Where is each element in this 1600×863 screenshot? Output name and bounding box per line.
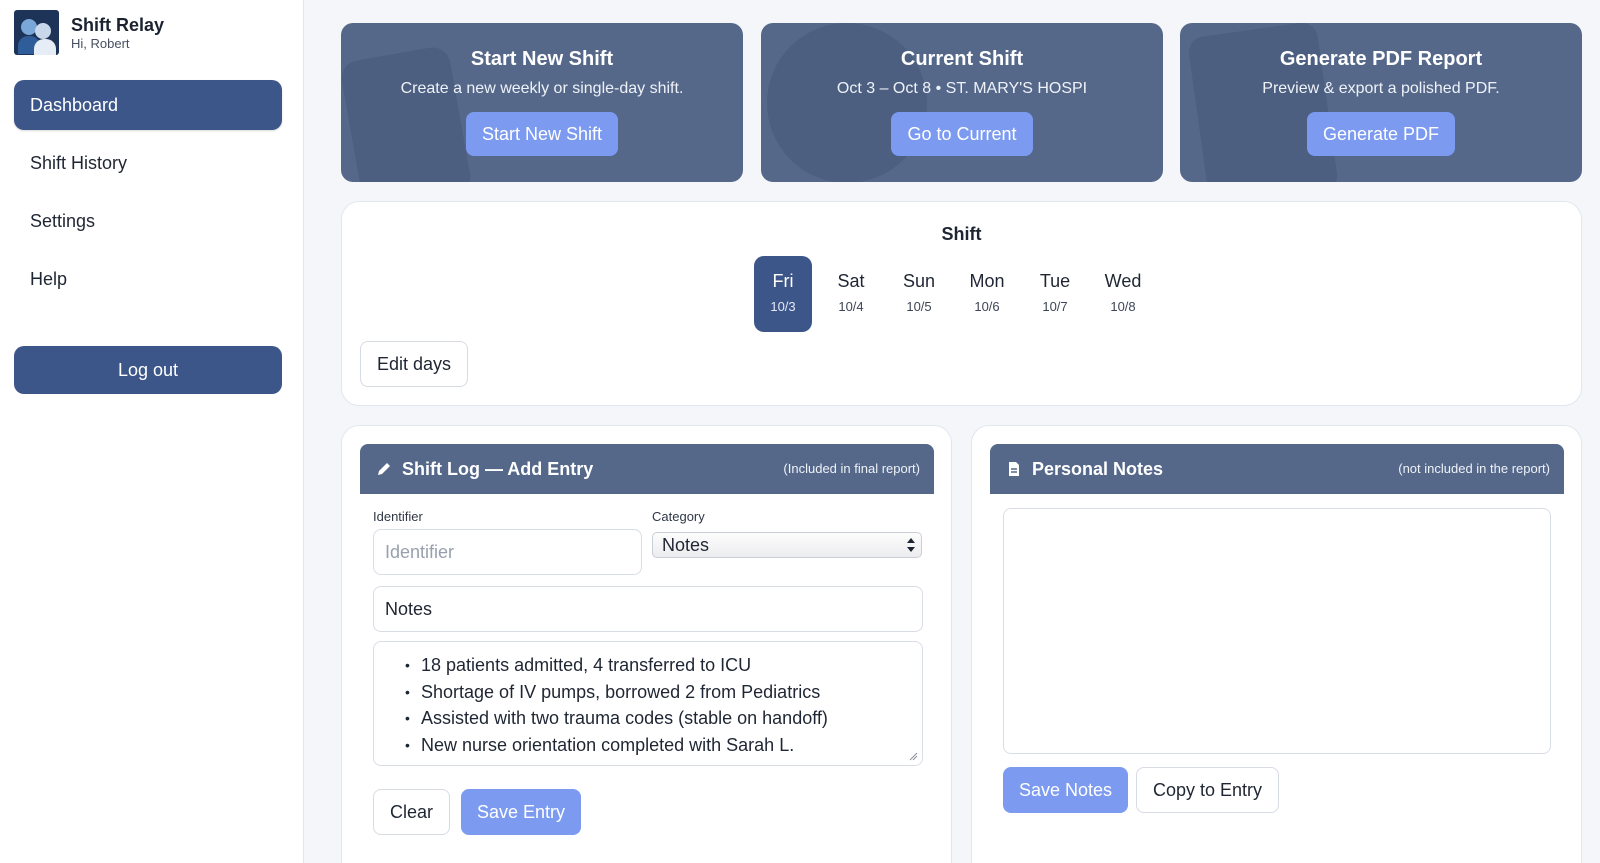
- pencil-icon: [378, 463, 390, 475]
- sidebar: Shift Relay Hi, Robert Dashboard Shift H…: [0, 0, 304, 863]
- personal-notes-header: Personal Notes (not included in the repo…: [990, 444, 1564, 494]
- day-date: 10/3: [770, 299, 796, 314]
- day-tab-fri[interactable]: Fri 10/3: [754, 256, 812, 332]
- card-generate-pdf: Generate PDF Report Preview & export a p…: [1180, 23, 1582, 182]
- personal-notes-panel: Personal Notes (not included in the repo…: [971, 425, 1582, 863]
- day-tab-mon[interactable]: Mon 10/6: [958, 256, 1016, 332]
- day-date: 10/6: [974, 299, 1000, 314]
- sidebar-item-dashboard[interactable]: Dashboard: [14, 80, 282, 130]
- card-description: Preview & export a polished PDF.: [1262, 80, 1500, 97]
- day-date: 10/8: [1110, 299, 1136, 314]
- app-logo-icon: [14, 10, 59, 55]
- resize-grip-icon[interactable]: [908, 751, 918, 761]
- list-item: Assisted with two trauma codes (stable o…: [405, 705, 922, 732]
- shift-log-title: Shift Log — Add Entry: [402, 459, 594, 479]
- personal-notes-title: Personal Notes: [1032, 459, 1164, 479]
- clear-button[interactable]: Clear: [373, 789, 451, 835]
- day-name: Sat: [837, 271, 865, 291]
- save-notes-button[interactable]: Save Notes: [1003, 767, 1129, 813]
- day-name: Wed: [1104, 271, 1142, 291]
- user-greeting: Hi, Robert: [71, 35, 130, 51]
- list-item: 18 patients admitted, 4 transferred to I…: [405, 652, 922, 679]
- generate-pdf-button[interactable]: Generate PDF: [1306, 112, 1456, 156]
- category-select[interactable]: Notes: [652, 532, 922, 558]
- copy-to-entry-button[interactable]: Copy to Entry: [1136, 767, 1280, 813]
- logout-button[interactable]: Log out: [14, 346, 282, 394]
- go-to-current-button[interactable]: Go to Current: [891, 112, 1033, 156]
- personal-notes-textarea[interactable]: [1003, 508, 1551, 754]
- shift-panel-title: Shift: [941, 224, 982, 244]
- identifier-label: Identifier: [373, 509, 423, 524]
- card-start-new-shift: Start New Shift Create a new weekly or s…: [341, 23, 743, 182]
- sidebar-item-settings[interactable]: Settings: [14, 196, 282, 246]
- card-title: Current Shift: [900, 48, 1024, 70]
- entry-title-input[interactable]: Notes: [373, 586, 923, 632]
- category-value: Notes: [662, 535, 710, 555]
- day-tab-wed[interactable]: Wed 10/8: [1094, 256, 1152, 332]
- save-entry-button[interactable]: Save Entry: [461, 789, 582, 835]
- identifier-input[interactable]: Identifier: [373, 529, 642, 575]
- edit-days-button[interactable]: Edit days: [360, 341, 469, 387]
- day-date: 10/7: [1042, 299, 1068, 314]
- card-description: Create a new weekly or single-day shift.: [400, 80, 684, 97]
- card-current-shift: Current Shift Oct 3 – Oct 8 • ST. MARY'S…: [761, 23, 1163, 182]
- shift-log-header: Shift Log — Add Entry (Included in final…: [360, 444, 934, 494]
- entry-body-textarea[interactable]: 18 patients admitted, 4 transferred to I…: [373, 641, 923, 766]
- shift-panel: Shift Fri 10/3 Sat 10/4 Sun 10/5 Mon 10/…: [341, 201, 1582, 406]
- list-item: Shortage of IV pumps, borrowed 2 from Pe…: [405, 679, 922, 706]
- day-name: Sun: [902, 271, 936, 291]
- brand: Shift Relay Hi, Robert: [14, 10, 164, 55]
- category-label: Category: [652, 509, 705, 524]
- day-name: Mon: [969, 271, 1005, 291]
- card-title: Generate PDF Report: [1279, 48, 1483, 70]
- sidebar-item-shift-history[interactable]: Shift History: [14, 138, 282, 188]
- list-item: New nurse orientation completed with Sar…: [405, 732, 922, 759]
- day-tab-sun[interactable]: Sun 10/5: [890, 256, 948, 332]
- shift-log-panel: Shift Log — Add Entry (Included in final…: [341, 425, 952, 863]
- day-date: 10/5: [906, 299, 932, 314]
- entry-bullet-list: 18 patients admitted, 4 transferred to I…: [374, 642, 922, 758]
- shift-log-subtitle: (Included in final report): [783, 461, 920, 476]
- document-icon: [1009, 462, 1019, 476]
- sidebar-item-help[interactable]: Help: [14, 254, 282, 304]
- sidebar-nav: Dashboard Shift History Settings Help: [14, 80, 282, 312]
- start-new-shift-button[interactable]: Start New Shift: [465, 112, 619, 156]
- day-tab-sat[interactable]: Sat 10/4: [822, 256, 880, 332]
- day-name: Tue: [1039, 271, 1071, 291]
- app-title: Shift Relay: [71, 14, 165, 35]
- select-arrows-icon: [907, 538, 915, 552]
- day-date: 10/4: [838, 299, 864, 314]
- card-title: Start New Shift: [470, 48, 614, 70]
- day-name: Fri: [772, 271, 794, 291]
- day-selector: Fri 10/3 Sat 10/4 Sun 10/5 Mon 10/6 Tue …: [754, 256, 1162, 332]
- current-shift-range: Oct 3 – Oct 8 • ST. MARY'S HOSPI: [836, 80, 1088, 97]
- day-tab-tue[interactable]: Tue 10/7: [1026, 256, 1084, 332]
- personal-notes-subtitle: (not included in the report): [1398, 461, 1550, 476]
